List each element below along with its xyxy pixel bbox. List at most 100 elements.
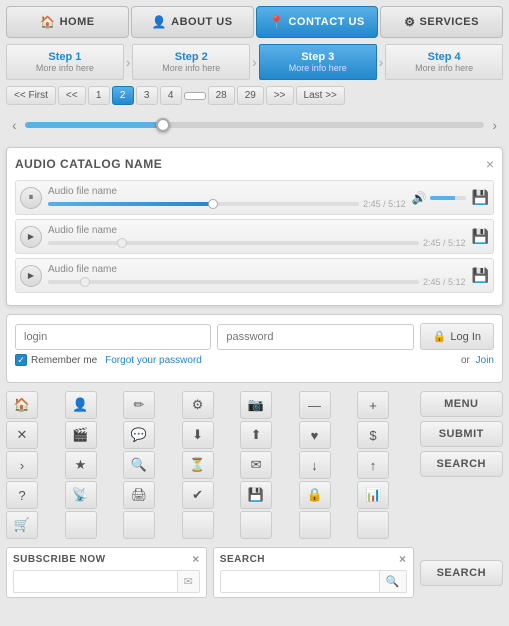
page-next[interactable]: >> [266,86,294,105]
menu-btn[interactable]: MENU [420,391,503,417]
page-2[interactable]: 2 [112,86,134,105]
icon-camera[interactable]: 📷 [240,391,272,419]
gear-icon: ⚙ [404,15,415,29]
icon-user[interactable]: 👤 [65,391,97,419]
icon-star[interactable]: ★ [65,451,97,479]
submit-btn[interactable]: SUBMIT [420,421,503,447]
icon-sort-down[interactable]: ↓ [299,451,331,479]
catalog-close-btn[interactable]: × [486,156,494,172]
audio-thumb-3 [80,277,90,287]
page-1[interactable]: 1 [88,86,110,105]
icon-timer[interactable]: ⏳ [182,451,214,479]
page-prev-prev[interactable]: << [58,86,86,105]
nav-services[interactable]: ⚙ SERVICES [380,6,503,38]
page-3[interactable]: 3 [136,86,158,105]
login-input[interactable] [15,324,211,350]
icon-video[interactable]: 🎬 [65,421,97,449]
page-first[interactable]: << First [6,86,56,105]
subscribe-input-wrapper: ✉ [13,570,200,593]
audio-progress-2[interactable] [48,241,419,245]
audio-name-3: Audio file name [48,264,466,275]
step-arrow-3: › [379,54,384,70]
nav-contact[interactable]: 📍 CONTACT US [256,6,379,38]
remember-label[interactable]: ✓ Remember me [15,354,97,366]
save-btn-1[interactable]: 💾 [472,189,489,206]
home-icon: 🏠 [40,15,55,29]
bottom-search-btn[interactable]: SEARCH [420,560,503,586]
login-button[interactable]: 🔒 Log In [420,323,494,350]
nav-home[interactable]: 🏠 HOME [6,6,129,38]
icon-question[interactable]: ? [6,481,38,509]
search-btn[interactable]: SEARCH [420,451,503,477]
audio-thumb-1 [208,199,218,209]
forgot-password-link[interactable]: Forgot your password [105,355,202,366]
page-4[interactable]: 4 [160,86,182,105]
page-last[interactable]: Last >> [296,86,345,105]
search-icon: 🔍 [379,571,406,592]
icon-up[interactable]: ⬆ [240,421,272,449]
audio-pause-btn-1[interactable] [20,187,42,209]
audio-play-btn-2[interactable] [20,226,42,248]
audio-progress-1[interactable] [48,202,359,206]
audio-fill-2 [48,241,122,245]
step-3[interactable]: Step 3 More info here [259,44,377,80]
page-box[interactable] [184,92,206,100]
icon-rss[interactable]: 📡 [65,481,97,509]
audio-progress-3[interactable] [48,280,419,284]
icon-save[interactable]: 💾 [240,481,272,509]
icon-dollar[interactable]: $ [357,421,389,449]
search-input[interactable] [221,571,379,592]
icon-empty-3[interactable] [182,511,214,539]
icon-empty-5[interactable] [299,511,331,539]
icon-arrow-right[interactable]: › [6,451,38,479]
icon-check[interactable]: ✔ [182,481,214,509]
icon-email[interactable]: ✉ [240,451,272,479]
icon-print[interactable]: 🖨 [123,481,155,509]
icon-close[interactable]: ✕ [6,421,38,449]
catalog-header: AUDIO CATALOG NAME × [15,156,494,172]
icon-empty-6[interactable] [357,511,389,539]
slider-left-arrow[interactable]: ‹ [8,115,21,135]
remember-checkbox[interactable]: ✓ [15,354,27,366]
step-4[interactable]: Step 4 More info here [385,44,503,80]
step-1[interactable]: Step 1 More info here [6,44,124,80]
nav-home-label: HOME [60,16,95,28]
slider-thumb[interactable] [156,118,170,132]
audio-info-2: Audio file name 2:45 / 5:12 [48,225,466,248]
icon-cart[interactable]: 🛒 [6,511,38,539]
icon-empty-1[interactable] [65,511,97,539]
icon-empty-4[interactable] [240,511,272,539]
save-btn-2[interactable]: 💾 [472,228,489,245]
icon-chart[interactable]: 📊 [357,481,389,509]
icon-plus[interactable]: + [357,391,389,419]
vol-track-1[interactable] [430,196,466,200]
login-sub-row: ✓ Remember me Forgot your password or Jo… [15,354,494,366]
step-2[interactable]: Step 2 More info here [132,44,250,80]
icon-lock[interactable]: 🔒 [299,481,331,509]
icon-edit[interactable]: ✏ [123,391,155,419]
join-link[interactable]: Join [476,355,494,366]
slider-track[interactable] [25,122,485,128]
icon-down[interactable]: ⬇ [182,421,214,449]
icon-search[interactable]: 🔍 [123,451,155,479]
icon-sort-up[interactable]: ↑ [357,451,389,479]
subscribe-close-btn[interactable]: × [192,552,200,566]
audio-info-1: Audio file name 2:45 / 5:12 [48,186,406,209]
audio-play-btn-3[interactable] [20,265,42,287]
password-input[interactable] [217,324,413,350]
page-28[interactable]: 28 [208,86,235,105]
icon-heart[interactable]: ♥ [299,421,331,449]
icon-gear[interactable]: ⚙ [182,391,214,419]
step-arrow-2: › [252,54,257,70]
icon-minus[interactable]: — [299,391,331,419]
save-btn-3[interactable]: 💾 [472,267,489,284]
slider-right-arrow[interactable]: › [488,115,501,135]
nav-about[interactable]: 👤 ABOUT US [131,6,254,38]
subscribe-input[interactable] [14,571,177,592]
search-box: SEARCH × 🔍 [213,547,414,598]
icon-empty-2[interactable] [123,511,155,539]
icon-chat[interactable]: 💬 [123,421,155,449]
icon-home[interactable]: 🏠 [6,391,38,419]
search-close-btn[interactable]: × [399,552,407,566]
page-29[interactable]: 29 [237,86,264,105]
